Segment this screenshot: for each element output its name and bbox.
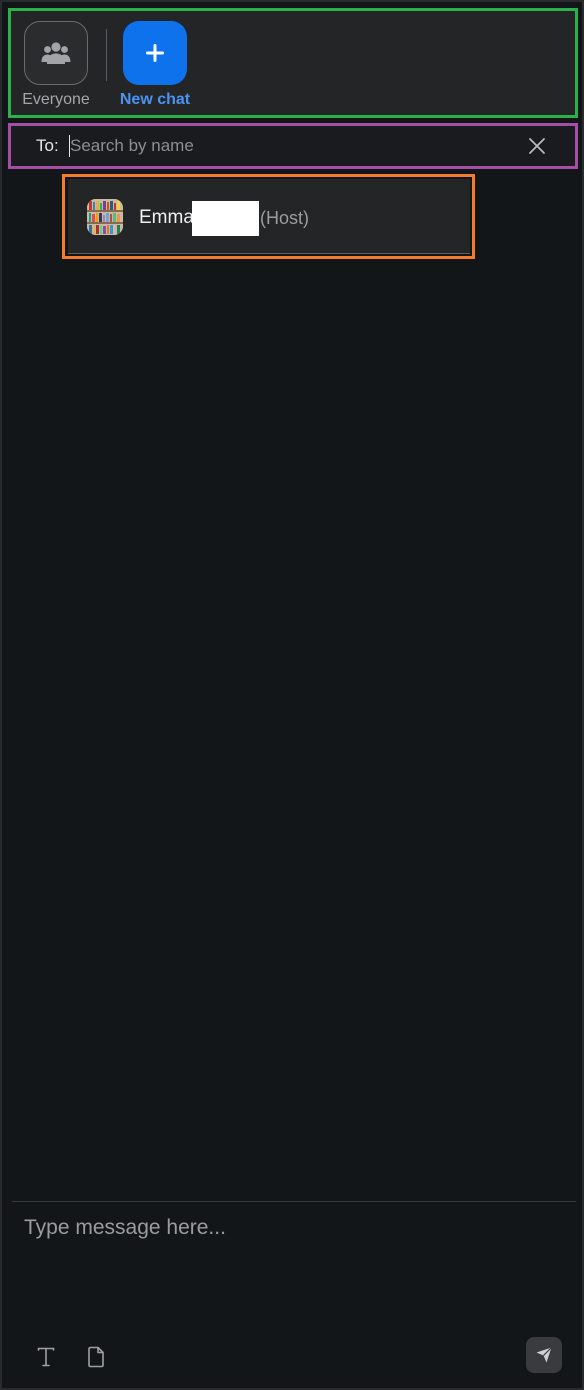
participant-name: Emma bbox=[139, 207, 194, 228]
text-format-button[interactable] bbox=[34, 1344, 58, 1370]
send-button[interactable] bbox=[526, 1337, 562, 1373]
everyone-label: Everyone bbox=[22, 91, 90, 108]
list-item[interactable]: Emma (Host) bbox=[68, 179, 470, 254]
toolbar-divider bbox=[106, 29, 107, 81]
group-icon bbox=[41, 42, 71, 64]
everyone-button[interactable] bbox=[24, 21, 88, 85]
file-icon bbox=[88, 1346, 104, 1368]
message-composer bbox=[12, 1202, 576, 1384]
send-icon bbox=[536, 1347, 552, 1363]
plus-icon bbox=[146, 44, 164, 62]
message-input[interactable] bbox=[24, 1216, 554, 1326]
recipient-row: To: bbox=[8, 123, 578, 169]
recipient-search-input[interactable] bbox=[70, 130, 510, 162]
redacted-name-block bbox=[192, 201, 259, 236]
to-label: To: bbox=[36, 136, 59, 155]
new-chat-button[interactable] bbox=[123, 21, 187, 85]
text-format-icon bbox=[37, 1347, 55, 1367]
chat-type-toolbar: Everyone New chat bbox=[8, 8, 578, 118]
attach-file-button[interactable] bbox=[84, 1344, 108, 1370]
new-chat-option[interactable]: New chat bbox=[115, 21, 195, 109]
avatar-bookshelf-image bbox=[87, 199, 123, 235]
new-chat-label: New chat bbox=[119, 91, 191, 108]
participant-suggestion-list: Emma (Host) bbox=[62, 174, 475, 259]
participant-role: (Host) bbox=[260, 208, 309, 228]
avatar bbox=[87, 199, 123, 235]
close-icon bbox=[529, 138, 545, 154]
chat-panel: Everyone New chat To: Search by name Emm… bbox=[0, 0, 584, 1390]
clear-search-button[interactable] bbox=[525, 134, 549, 158]
everyone-chat-option[interactable]: Everyone bbox=[16, 21, 96, 109]
